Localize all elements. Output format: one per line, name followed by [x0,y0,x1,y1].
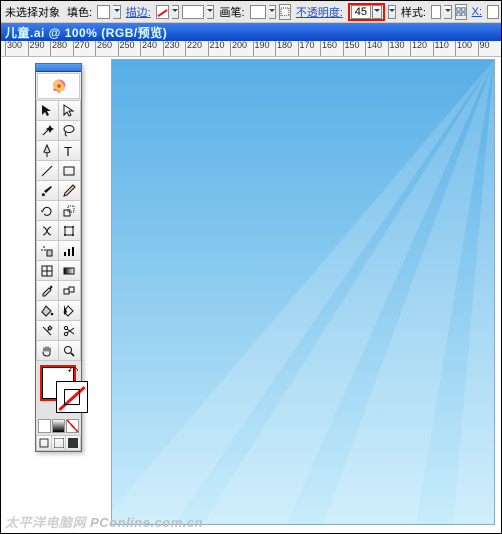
options-bar: 未选择对象 填色: 描边: 画笔: 不透明度: 45 样式: X: [1,1,501,23]
document-title: 儿童.ai @ 100% (RGB/预览) [5,24,167,41]
hand-tool[interactable] [36,341,59,361]
x-label[interactable]: X: [470,6,484,18]
opacity-label[interactable]: 不透明度: [294,4,345,20]
ruler-tick: 270 [73,41,90,56]
stroke-dropdown[interactable] [172,5,179,19]
stroke-weight-select[interactable] [182,5,204,19]
scissors-tool[interactable] [59,321,82,341]
opacity-dropdown[interactable] [372,5,382,19]
ruler-tick: 150 [343,41,360,56]
brush-dropdown[interactable] [269,5,276,19]
sky-rays-artwork [112,60,494,524]
ruler-tick: 120 [410,41,427,56]
ruler-tick: 100 [455,41,472,56]
stroke-swatch[interactable] [156,5,169,19]
screen-mode-full-menu[interactable] [52,436,67,451]
ruler-tick: 170 [298,41,315,56]
screen-mode-normal[interactable] [36,436,52,451]
live-paint-bucket-tool[interactable] [36,301,59,321]
rotate-tool[interactable] [36,201,59,221]
opacity-highlight: 45 [348,3,385,21]
horizontal-ruler: 300 290 280 270 260 250 240 230 220 210 200 190 180 1… [1,41,501,57]
graph-tool[interactable] [59,241,82,261]
lasso-tool[interactable] [59,121,82,141]
ruler-tick: 290 [28,41,45,56]
palette-logo [37,73,80,99]
ruler-tick: 210 [208,41,225,56]
gradient-tool[interactable] [59,261,82,281]
ruler-tick: 200 [230,41,247,56]
ruler-tick: 260 [95,41,112,56]
svg-text:T: T [64,144,72,158]
opacity-slider-toggle[interactable] [388,5,396,19]
workspace: T [1,57,501,533]
scale-tool[interactable] [59,201,82,221]
direct-selection-tool[interactable] [59,101,82,121]
ruler-tick: 280 [50,41,67,56]
color-mode-none[interactable] [66,419,79,433]
line-tool[interactable] [36,161,59,181]
ruler-tick: 110 [433,41,449,56]
swap-fill-stroke-icon[interactable]: ⤺ [67,364,78,375]
symbol-sprayer-tool[interactable] [36,241,59,261]
magic-wand-tool[interactable] [36,121,59,141]
slice-tool[interactable] [36,321,59,341]
blend-tool[interactable] [59,281,82,301]
screen-mode-row [36,435,81,451]
ruler-tick: 180 [275,41,292,56]
x-input[interactable] [487,5,499,19]
fill-swatch[interactable] [97,5,110,19]
app-window: 未选择对象 填色: 描边: 画笔: 不透明度: 45 样式: X: 儿童.ai … [0,0,502,534]
tool-grid: T [36,100,81,361]
ruler-tick: 300 [5,41,22,56]
style-swatch[interactable] [431,5,441,19]
fill-label: 填色: [65,4,94,20]
palette-grip[interactable] [36,64,81,72]
color-mode-row [38,419,79,433]
ruler-tick: 160 [320,41,337,56]
stroke-color-box[interactable] [56,381,88,413]
live-paint-selection-tool[interactable] [59,301,82,321]
ruler-tick: 130 [388,41,405,56]
pen-tool[interactable] [36,141,59,161]
ruler-tick: 190 [253,41,270,56]
fill-stroke-control[interactable]: ⤺ [39,364,78,416]
document-title-bar: 儿童.ai @ 100% (RGB/预览) [1,23,501,41]
stroke-label[interactable]: 描边: [124,4,153,20]
fill-dropdown[interactable] [113,5,120,19]
color-mode-solid[interactable] [38,419,51,433]
ruler-tick: 250 [118,41,135,56]
style-dropdown[interactable] [444,5,451,19]
brush-options-button[interactable] [279,4,291,20]
artboard[interactable] [111,59,495,525]
watermark: 太平洋电脑网 PConline.com.cn [5,512,203,531]
selection-tool[interactable] [36,101,59,121]
paintbrush-tool[interactable] [36,181,59,201]
ruler-tick: 230 [163,41,180,56]
pencil-tool[interactable] [59,181,82,201]
type-tool[interactable]: T [59,141,82,161]
ruler-tick: 140 [365,41,382,56]
mesh-tool[interactable] [36,261,59,281]
screen-mode-full[interactable] [66,436,81,451]
style-label: 样式: [399,4,428,20]
eyedropper-tool[interactable] [36,281,59,301]
align-panel-button[interactable] [455,4,467,20]
tool-palette[interactable]: T [35,63,82,452]
ruler-tick: 220 [185,41,202,56]
zoom-tool[interactable] [59,341,82,361]
color-mode-gradient[interactable] [52,419,65,433]
stroke-weight-dropdown[interactable] [207,5,214,19]
ruler-tick: 240 [140,41,157,56]
ruler-tick: 90 [478,41,490,56]
brush-label: 画笔: [217,4,246,20]
opacity-input[interactable]: 45 [351,5,371,19]
warp-tool[interactable] [36,221,59,241]
rectangle-tool[interactable] [59,161,82,181]
brush-select[interactable] [250,5,266,19]
free-transform-tool[interactable] [59,221,82,241]
no-selection-label: 未选择对象 [3,4,62,20]
